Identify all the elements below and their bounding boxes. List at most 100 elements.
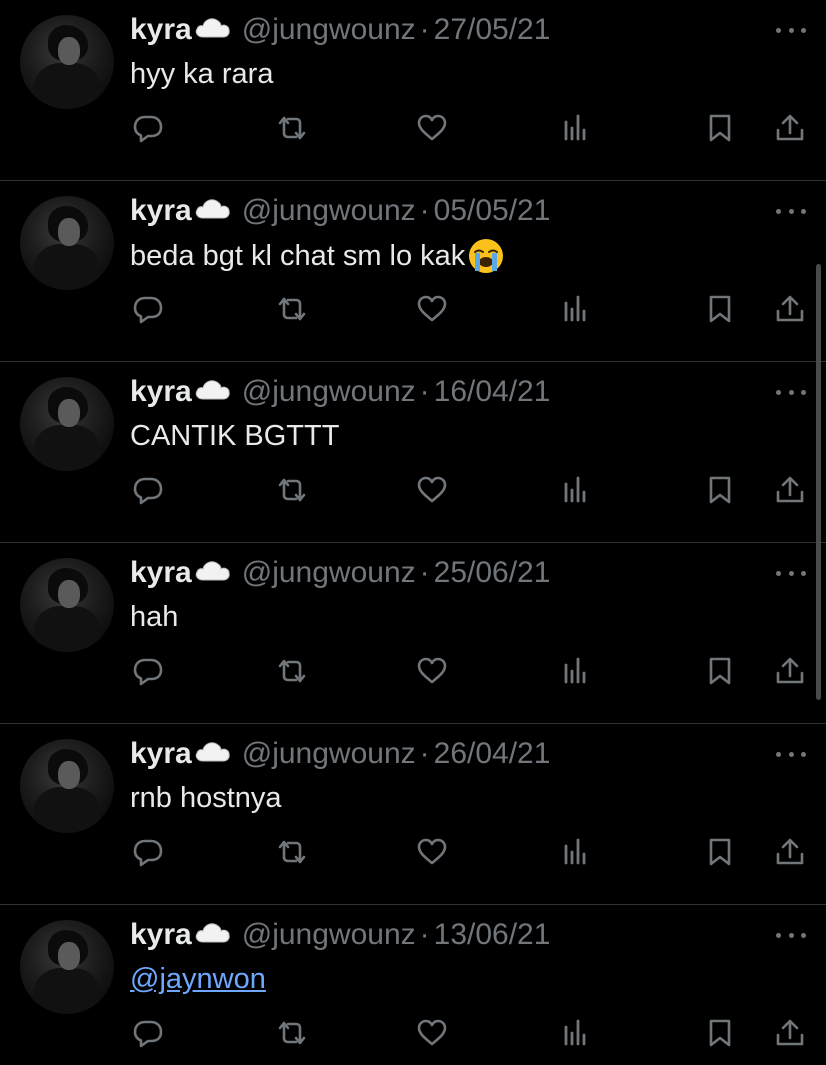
bookmark-icon[interactable] [700, 1013, 740, 1053]
tweet-text-content: hyy ka rara [130, 58, 274, 90]
tweet-item[interactable]: kyra @jungwounz · 05/05/21 beda bgt kl c… [0, 181, 826, 362]
more-dots-icon[interactable] [776, 748, 806, 760]
tweet-actions [0, 108, 826, 148]
heart-icon[interactable] [412, 651, 452, 691]
tweet-text: @jaynwon [130, 961, 266, 997]
retweet-icon[interactable] [272, 1013, 312, 1053]
avatar[interactable] [20, 558, 114, 652]
more-dots-icon[interactable] [776, 567, 806, 579]
reply-bubble-icon[interactable] [128, 470, 168, 510]
bookmark-icon[interactable] [700, 832, 740, 872]
bookmark-icon[interactable] [700, 470, 740, 510]
retweet-icon[interactable] [272, 108, 312, 148]
retweet-icon[interactable] [272, 832, 312, 872]
display-name[interactable]: kyra [130, 193, 192, 229]
share-upload-icon[interactable] [770, 470, 810, 510]
reply-bubble-icon[interactable] [128, 108, 168, 148]
user-handle[interactable]: @jungwounz [242, 917, 416, 953]
tweet-item[interactable]: kyra @jungwounz · 13/06/21 @jaynwon [0, 905, 826, 1065]
tweet-date[interactable]: 05/05/21 [434, 193, 551, 229]
tweet-date[interactable]: 26/04/21 [434, 736, 551, 772]
share-upload-icon[interactable] [770, 832, 810, 872]
reply-bubble-icon[interactable] [128, 1013, 168, 1053]
views-bar-chart-icon[interactable] [556, 108, 596, 148]
tweet-text-content: hah [130, 601, 179, 633]
display-name[interactable]: kyra [130, 917, 192, 953]
retweet-icon[interactable] [272, 289, 312, 329]
avatar[interactable] [20, 920, 114, 1014]
views-bar-chart-icon[interactable] [556, 289, 596, 329]
mention-link[interactable]: @jaynwon [130, 961, 266, 997]
tweet-actions [0, 470, 826, 510]
tweet-item[interactable]: kyra @jungwounz · 16/04/21 CANTIK BGTTT [0, 362, 826, 543]
cloud-icon [194, 194, 232, 220]
tweet-header: kyra @jungwounz · 05/05/21 [130, 193, 550, 229]
retweet-icon[interactable] [272, 651, 312, 691]
more-dots-icon[interactable] [776, 205, 806, 217]
more-dots-icon[interactable] [776, 386, 806, 398]
reply-bubble-icon[interactable] [128, 651, 168, 691]
cloud-icon [194, 918, 232, 944]
user-handle[interactable]: @jungwounz [242, 736, 416, 772]
tweet-actions [0, 832, 826, 872]
tweet-item[interactable]: kyra @jungwounz · 26/04/21 rnb hostnya [0, 724, 826, 905]
tweet-date[interactable]: 27/05/21 [434, 12, 551, 48]
user-handle[interactable]: @jungwounz [242, 374, 416, 410]
separator-dot: · [419, 13, 430, 46]
share-upload-icon[interactable] [770, 1013, 810, 1053]
separator-dot: · [419, 918, 430, 951]
tweet-item[interactable]: kyra @jungwounz · 27/05/21 hyy ka rara [0, 0, 826, 181]
more-dots-icon[interactable] [776, 929, 806, 941]
bookmark-icon[interactable] [700, 108, 740, 148]
tweet-date[interactable]: 13/06/21 [434, 917, 551, 953]
tweet-header: kyra @jungwounz · 25/06/21 [130, 555, 550, 591]
separator-dot: · [419, 556, 430, 589]
share-upload-icon[interactable] [770, 651, 810, 691]
tweet-date[interactable]: 25/06/21 [434, 555, 551, 591]
display-name[interactable]: kyra [130, 12, 192, 48]
separator-dot: · [419, 375, 430, 408]
tweet-text: beda bgt kl chat sm lo kak [130, 237, 505, 275]
tweet-date[interactable]: 16/04/21 [434, 374, 551, 410]
tweet-actions [0, 1013, 826, 1053]
user-handle[interactable]: @jungwounz [242, 193, 416, 229]
display-name[interactable]: kyra [130, 555, 192, 591]
heart-icon[interactable] [412, 289, 452, 329]
tweet-text: CANTIK BGTTT [130, 418, 339, 454]
reply-bubble-icon[interactable] [128, 289, 168, 329]
retweet-icon[interactable] [272, 470, 312, 510]
avatar[interactable] [20, 377, 114, 471]
avatar[interactable] [20, 739, 114, 833]
views-bar-chart-icon[interactable] [556, 651, 596, 691]
more-dots-icon[interactable] [776, 24, 806, 36]
heart-icon[interactable] [412, 1013, 452, 1053]
user-handle[interactable]: @jungwounz [242, 555, 416, 591]
tweet-text: hah [130, 599, 178, 635]
tweet-actions [0, 651, 826, 691]
scrollbar[interactable] [816, 264, 821, 700]
bookmark-icon[interactable] [700, 651, 740, 691]
cloud-icon [194, 13, 232, 39]
tweet-item[interactable]: kyra @jungwounz · 25/06/21 hah [0, 543, 826, 724]
separator-dot: · [419, 737, 430, 770]
bookmark-icon[interactable] [700, 289, 740, 329]
display-name[interactable]: kyra [130, 374, 192, 410]
user-handle[interactable]: @jungwounz [242, 12, 416, 48]
views-bar-chart-icon[interactable] [556, 470, 596, 510]
views-bar-chart-icon[interactable] [556, 832, 596, 872]
heart-icon[interactable] [412, 108, 452, 148]
tweet-text-content: beda bgt kl chat sm lo kak [130, 240, 466, 272]
tweet-text: hyy ka rara [130, 56, 273, 92]
tweet-header: kyra @jungwounz · 27/05/21 [130, 12, 550, 48]
share-upload-icon[interactable] [770, 108, 810, 148]
tweet-header: kyra @jungwounz · 13/06/21 [130, 917, 550, 953]
heart-icon[interactable] [412, 832, 452, 872]
display-name[interactable]: kyra [130, 736, 192, 772]
views-bar-chart-icon[interactable] [556, 1013, 596, 1053]
avatar[interactable] [20, 15, 114, 109]
reply-bubble-icon[interactable] [128, 832, 168, 872]
share-upload-icon[interactable] [770, 289, 810, 329]
avatar[interactable] [20, 196, 114, 290]
heart-icon[interactable] [412, 470, 452, 510]
tweet-text: rnb hostnya [130, 780, 282, 816]
